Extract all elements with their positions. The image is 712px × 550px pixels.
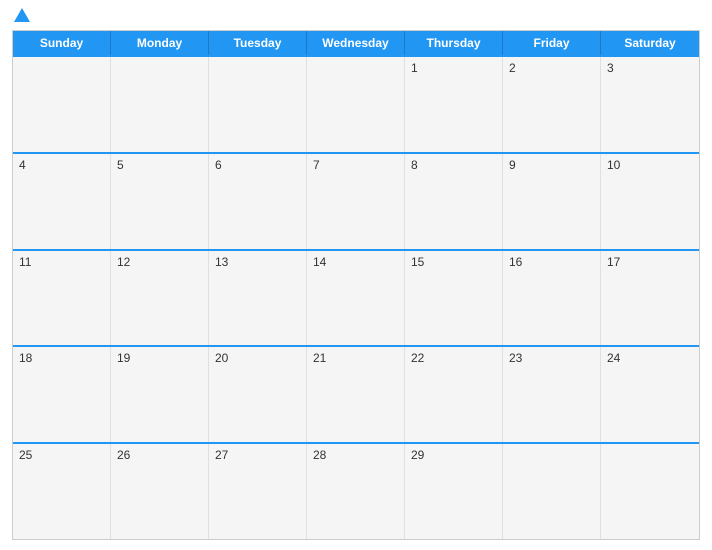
calendar-week: 18 19 20 21 22 23 24 — [13, 345, 699, 442]
calendar-cell — [601, 444, 699, 539]
calendar-header-cell: Monday — [111, 31, 209, 55]
calendar-header-cell: Wednesday — [307, 31, 405, 55]
calendar-header-cell: Thursday — [405, 31, 503, 55]
day-number: 16 — [509, 255, 522, 269]
calendar-cell — [307, 57, 405, 152]
logo-triangle-icon — [14, 8, 30, 22]
day-number: 24 — [607, 351, 620, 365]
day-number: 1 — [411, 61, 418, 75]
calendar-header-cell: Sunday — [13, 31, 111, 55]
calendar-header-row: SundayMondayTuesdayWednesdayThursdayFrid… — [13, 31, 699, 55]
calendar-cell: 4 — [13, 154, 111, 249]
calendar-cell: 3 — [601, 57, 699, 152]
calendar-cell: 13 — [209, 251, 307, 346]
day-number: 20 — [215, 351, 228, 365]
day-number: 25 — [19, 448, 32, 462]
calendar-cell — [13, 57, 111, 152]
calendar-header-cell: Friday — [503, 31, 601, 55]
calendar-cell: 21 — [307, 347, 405, 442]
day-number: 10 — [607, 158, 620, 172]
calendar-cell: 25 — [13, 444, 111, 539]
calendar-week: 25 26 27 28 29 — [13, 442, 699, 539]
day-number: 2 — [509, 61, 516, 75]
calendar-cell: 10 — [601, 154, 699, 249]
calendar-cell: 18 — [13, 347, 111, 442]
header — [12, 10, 700, 22]
day-number: 29 — [411, 448, 424, 462]
calendar-cell: 24 — [601, 347, 699, 442]
calendar-cell: 6 — [209, 154, 307, 249]
calendar-cell: 28 — [307, 444, 405, 539]
day-number: 7 — [313, 158, 320, 172]
calendar-cell: 9 — [503, 154, 601, 249]
calendar-header-cell: Saturday — [601, 31, 699, 55]
calendar-header-cell: Tuesday — [209, 31, 307, 55]
calendar-cell: 26 — [111, 444, 209, 539]
calendar-cell: 19 — [111, 347, 209, 442]
day-number: 18 — [19, 351, 32, 365]
calendar-cell — [209, 57, 307, 152]
day-number: 17 — [607, 255, 620, 269]
day-number: 26 — [117, 448, 130, 462]
logo — [12, 10, 30, 22]
calendar-cell: 27 — [209, 444, 307, 539]
calendar-week: 11 12 13 14 15 16 17 — [13, 249, 699, 346]
calendar-cell — [111, 57, 209, 152]
day-number: 21 — [313, 351, 326, 365]
calendar-cell: 15 — [405, 251, 503, 346]
calendar-cell: 11 — [13, 251, 111, 346]
calendar-cell: 22 — [405, 347, 503, 442]
calendar-cell: 8 — [405, 154, 503, 249]
day-number: 8 — [411, 158, 418, 172]
calendar-cell: 14 — [307, 251, 405, 346]
day-number: 4 — [19, 158, 26, 172]
calendar-cell: 23 — [503, 347, 601, 442]
day-number: 27 — [215, 448, 228, 462]
page: SundayMondayTuesdayWednesdayThursdayFrid… — [0, 0, 712, 550]
calendar-cell: 7 — [307, 154, 405, 249]
calendar-weeks: 1234567891011121314151617181920212223242… — [13, 55, 699, 539]
day-number: 11 — [19, 255, 31, 269]
day-number: 15 — [411, 255, 424, 269]
calendar-cell: 16 — [503, 251, 601, 346]
calendar: SundayMondayTuesdayWednesdayThursdayFrid… — [12, 30, 700, 540]
calendar-cell: 1 — [405, 57, 503, 152]
day-number: 12 — [117, 255, 130, 269]
calendar-cell — [503, 444, 601, 539]
calendar-week: 4 5 6 7 8 9 10 — [13, 152, 699, 249]
calendar-cell: 2 — [503, 57, 601, 152]
day-number: 22 — [411, 351, 424, 365]
calendar-cell: 5 — [111, 154, 209, 249]
day-number: 5 — [117, 158, 124, 172]
day-number: 28 — [313, 448, 326, 462]
calendar-week: 1 2 3 — [13, 55, 699, 152]
day-number: 14 — [313, 255, 326, 269]
day-number: 23 — [509, 351, 522, 365]
day-number: 3 — [607, 61, 614, 75]
day-number: 9 — [509, 158, 516, 172]
day-number: 6 — [215, 158, 222, 172]
calendar-cell: 12 — [111, 251, 209, 346]
calendar-cell: 17 — [601, 251, 699, 346]
day-number: 13 — [215, 255, 228, 269]
day-number: 19 — [117, 351, 130, 365]
calendar-cell: 20 — [209, 347, 307, 442]
calendar-cell: 29 — [405, 444, 503, 539]
